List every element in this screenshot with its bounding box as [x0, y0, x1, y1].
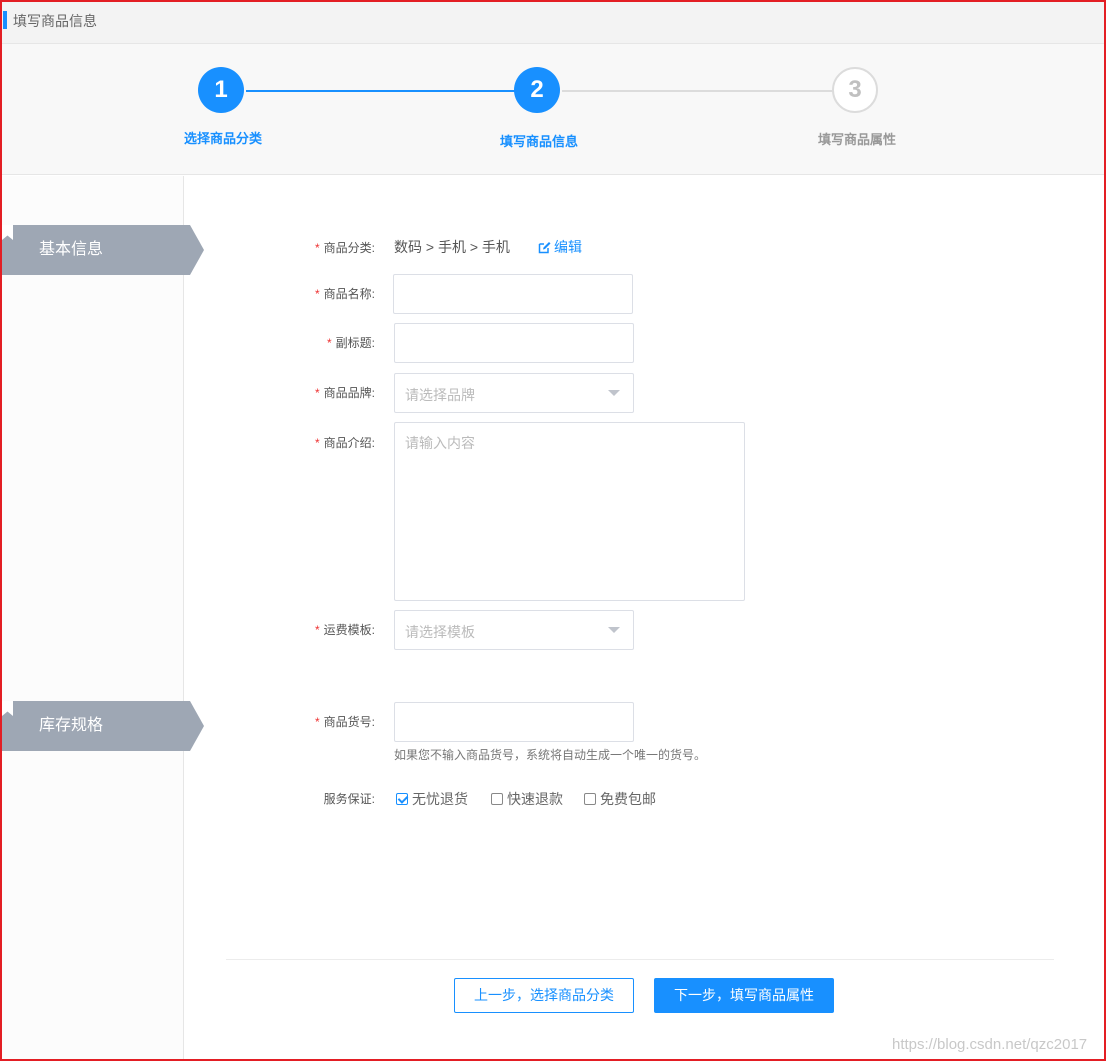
footer-divider — [226, 959, 1054, 960]
service-option-free-shipping[interactable]: 免费包邮 — [584, 790, 656, 808]
step-3-circle: 3 — [832, 67, 878, 113]
page-title: 填写商品信息 — [13, 13, 97, 29]
service-option-label: 无忧退货 — [412, 791, 468, 807]
name-label-text: 商品名称: — [323, 287, 375, 301]
subtitle-input[interactable] — [394, 323, 634, 363]
prev-step-button[interactable]: 上一步，选择商品分类 — [454, 978, 634, 1013]
caret-down-icon — [608, 627, 620, 633]
checkbox-icon[interactable] — [396, 793, 408, 805]
subtitle-label: * 副标题: — [255, 335, 375, 351]
name-label: * 商品名称: — [255, 286, 375, 302]
brand-select[interactable]: 请选择品牌 — [394, 373, 634, 413]
required-mark: * — [314, 436, 320, 450]
step-1-circle: 1 — [198, 67, 244, 113]
category-label: * 商品分类: — [255, 240, 375, 256]
bookmark-icon — [2, 225, 13, 240]
step-connector-2 — [562, 90, 834, 92]
edit-link-text: 编辑 — [554, 239, 582, 255]
product-name-input[interactable] — [393, 274, 633, 314]
service-option-label: 快速退款 — [507, 791, 563, 807]
steps-bar: 1 2 3 选择商品分类 填写商品信息 填写商品属性 — [2, 44, 1104, 175]
sku-label: * 商品货号: — [255, 714, 375, 730]
checkbox-icon[interactable] — [491, 793, 503, 805]
intro-label-text: 商品介绍: — [323, 436, 375, 450]
shipping-template-select[interactable]: 请选择模板 — [394, 610, 634, 650]
required-mark: * — [326, 336, 332, 350]
section-tag-stock-spec: 库存规格 — [2, 701, 204, 751]
service-option-hassle-free-return[interactable]: 无忧退货 — [396, 790, 468, 808]
category-value: 数码 > 手机 > 手机 — [394, 239, 510, 255]
service-option-fast-refund[interactable]: 快速退款 — [491, 790, 563, 808]
category-label-text: 商品分类: — [323, 241, 375, 255]
brand-label: * 商品品牌: — [255, 385, 375, 401]
required-mark: * — [314, 623, 320, 637]
intro-label: * 商品介绍: — [255, 435, 375, 451]
brand-select-placeholder: 请选择品牌 — [405, 387, 475, 403]
caret-down-icon — [608, 390, 620, 396]
edit-icon — [538, 242, 551, 254]
required-mark: * — [314, 386, 320, 400]
step-2-label: 填写商品信息 — [499, 134, 578, 149]
shipping-label: * 运费模板: — [255, 622, 375, 638]
sku-hint: 如果您不输入商品货号，系统将自动生成一个唯一的货号。 — [394, 748, 707, 762]
step-connector-1 — [246, 90, 518, 92]
watermark: https://blog.csdn.net/qzc2017 — [892, 1036, 1088, 1053]
checkbox-icon[interactable] — [584, 793, 596, 805]
shipping-label-text: 运费模板: — [323, 623, 375, 637]
service-label: 服务保证: — [255, 791, 375, 807]
service-option-label: 免费包邮 — [600, 791, 656, 807]
page-frame: 填写商品信息 1 2 3 选择商品分类 填写商品信息 填写商品属性 基本信息 库… — [0, 0, 1106, 1061]
step-1-label: 选择商品分类 — [183, 131, 262, 146]
section-sidebar: 基本信息 库存规格 — [2, 176, 204, 1059]
required-mark: * — [314, 287, 320, 301]
section-tag-basic-info: 基本信息 — [2, 225, 204, 275]
shipping-select-placeholder: 请选择模板 — [405, 624, 475, 640]
required-mark: * — [314, 241, 320, 255]
required-mark: * — [314, 715, 320, 729]
next-step-button[interactable]: 下一步，填写商品属性 — [654, 978, 834, 1013]
edit-category-link[interactable]: 编辑 — [538, 238, 582, 256]
service-label-text: 服务保证: — [323, 792, 375, 806]
step-2-circle: 2 — [514, 67, 560, 113]
sku-number-input[interactable] — [394, 702, 634, 742]
section-title-stock-spec: 库存规格 — [39, 717, 104, 734]
step-3-label: 填写商品属性 — [817, 132, 896, 147]
subtitle-label-text: 副标题: — [335, 336, 375, 350]
title-accent-bar — [3, 11, 7, 29]
bookmark-icon — [2, 701, 13, 716]
title-bar: 填写商品信息 — [2, 2, 1104, 44]
brand-label-text: 商品品牌: — [323, 386, 375, 400]
sku-label-text: 商品货号: — [323, 715, 375, 729]
section-title-basic-info: 基本信息 — [39, 241, 104, 258]
product-intro-textarea[interactable] — [394, 422, 745, 601]
